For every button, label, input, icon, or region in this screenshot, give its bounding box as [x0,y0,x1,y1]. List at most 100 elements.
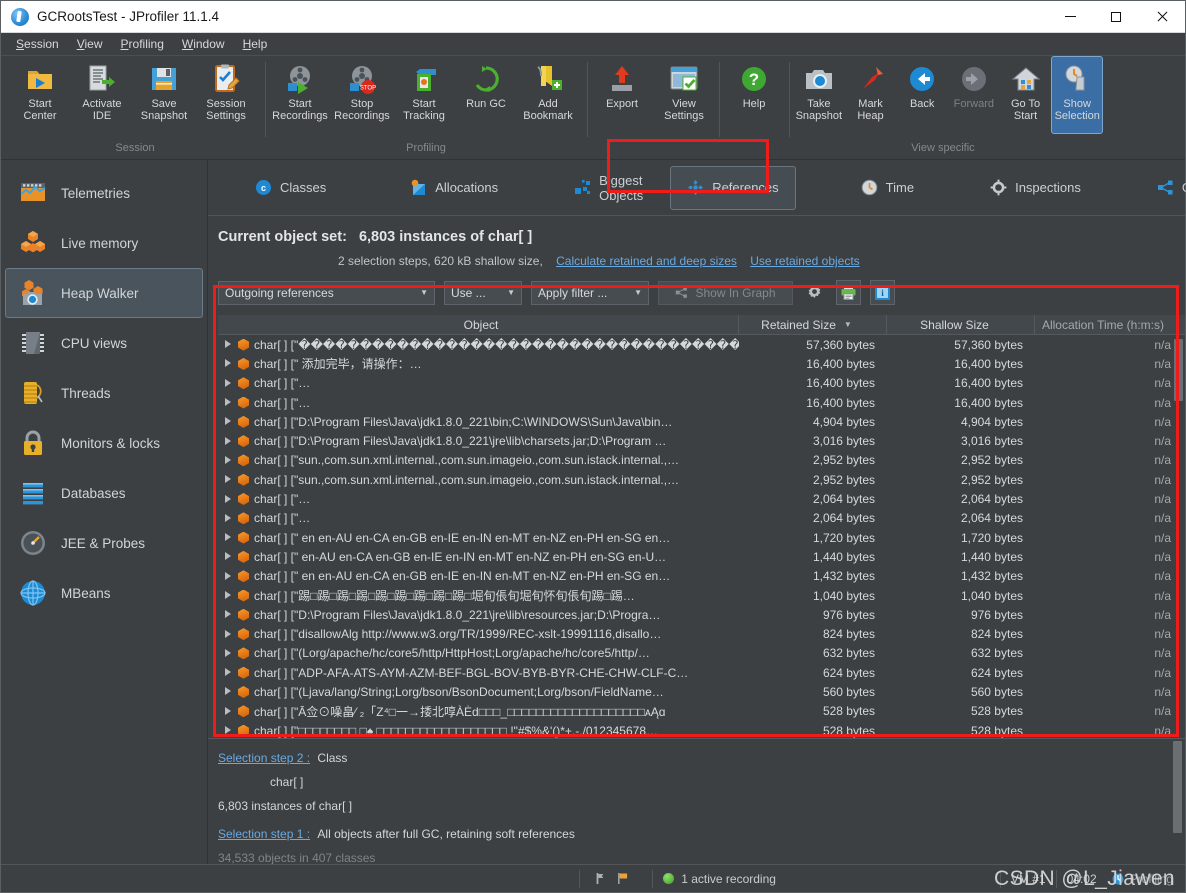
table-row[interactable]: char[ ] ["□□□□□□□□ □♠ □□□□□□□□□□□□□□□□□□… [218,721,1185,738]
view-settings-gear-button[interactable] [802,280,827,305]
save-snapshot-button[interactable]: Save Snapshot [133,56,195,134]
sidebar-item-mbeans[interactable]: MBeans [5,568,203,618]
expand-arrow-icon[interactable] [224,552,233,561]
status-flag-icon[interactable] [615,871,630,886]
close-button[interactable] [1139,1,1185,33]
expand-arrow-icon[interactable] [224,726,233,735]
table-row[interactable]: char[ ] [" en en-AU en-CA en-GB en-IE en… [218,567,1185,586]
maximize-button[interactable] [1093,1,1139,33]
detail-vertical-scrollbar[interactable] [1171,739,1185,864]
expand-arrow-icon[interactable] [224,359,233,368]
sidebar-item-telemetries[interactable]: Telemetries [5,168,203,218]
table-row[interactable]: char[ ] ["… 2,064 bytes 2,064 bytes n/a [218,489,1185,508]
table-row[interactable]: char[ ] ["D:\Program Files\Java\jdk1.8.0… [218,431,1185,450]
menu-help[interactable]: Help [234,35,277,53]
expand-arrow-icon[interactable] [224,648,233,658]
table-row[interactable]: char[ ] ["D:\Program Files\Java\jdk1.8.0… [218,412,1185,431]
status-marker-icon[interactable] [590,871,605,886]
table-row[interactable]: char[ ] ["(Lorg/apache/hc/core5/http/Htt… [218,644,1185,663]
add-bookmark-button[interactable]: Add Bookmark [517,56,579,134]
selection-step-1-link[interactable]: Selection step 1 : [218,827,310,841]
menu-view[interactable]: View [68,35,112,53]
selection-step-2-link[interactable]: Selection step 2 : [218,751,310,765]
tab-inspections[interactable]: Inspections [973,166,1098,210]
column-header-object[interactable]: Object [218,315,739,334]
tab-graph[interactable]: Graph [1140,166,1186,210]
expand-arrow-icon[interactable] [224,398,233,407]
table-row[interactable]: char[ ] ["踢□踢□踢□踢□踢□踢□踢□踢□踢□堀旬倀旬堀旬怀旬倀旬踢□… [218,586,1185,605]
start-recordings-button[interactable]: Start Recordings [269,56,331,134]
expand-arrow-icon[interactable] [224,340,233,349]
table-row[interactable]: char[ ] ["… 16,400 bytes 16,400 bytes n/a [218,374,1185,393]
table-row[interactable]: char[ ] [" 添加完毕，请操作：… 16,400 bytes 16,400 … [218,354,1185,373]
help-button[interactable]: ? Help [723,56,785,134]
column-header-retained-size[interactable]: Retained Size ▼ [739,315,887,334]
expand-arrow-icon[interactable] [224,475,233,484]
expand-arrow-icon[interactable] [224,436,233,446]
expand-arrow-icon[interactable] [224,591,233,600]
activate-ide-button[interactable]: Activate IDE [71,56,133,134]
expand-arrow-icon[interactable] [224,687,233,696]
sidebar-item-databases[interactable]: Databases [5,468,203,518]
table-row[interactable]: char[ ] ["sun.,com.sun.xml.internal.,com… [218,451,1185,470]
sidebar-item-monitors-locks[interactable]: Monitors & locks [5,418,203,468]
expand-arrow-icon[interactable] [224,571,233,581]
export-button[interactable]: Export [591,56,653,134]
print-button[interactable] [836,280,861,305]
take-snapshot-button[interactable]: Take Snapshot [793,56,845,134]
start-tracking-button[interactable]: Start Tracking [393,56,455,134]
use-dropdown-button[interactable]: Use ... ▼ [444,280,522,305]
mark-heap-button[interactable]: Mark Heap [845,56,897,134]
scrollbar-thumb[interactable] [1174,339,1183,401]
tab-time[interactable]: Time [844,166,931,210]
sidebar-item-cpu-views[interactable]: CPU views [5,318,203,368]
back-button[interactable]: Back [896,56,948,134]
table-row[interactable]: char[ ] ["D:\Program Files\Java\jdk1.8.0… [218,605,1185,624]
table-row[interactable]: char[ ] [" en en-AU en-CA en-GB en-IE en… [218,528,1185,547]
stop-recordings-button[interactable]: STOP Stop Recordings [331,56,393,134]
expand-arrow-icon[interactable] [224,610,233,619]
forward-button[interactable]: Forward [948,56,1000,134]
table-row[interactable]: char[ ] ["(Ljava/lang/String;Lorg/bson/B… [218,682,1185,701]
sidebar-item-threads[interactable]: Threads [5,368,203,418]
table-row[interactable]: char[ ] ["disallowAlg http://www.w3.org/… [218,624,1185,643]
use-retained-objects-link[interactable]: Use retained objects [750,254,859,268]
column-header-shallow-size[interactable]: Shallow Size [887,315,1035,334]
table-row[interactable]: char[ ] ["sun.,com.sun.xml.internal.,com… [218,470,1185,489]
run-gc-button[interactable]: Run GC [455,56,517,134]
tab-allocations[interactable]: Allocations [393,166,515,210]
table-row[interactable]: char[ ] ["������������������������������… [218,335,1185,354]
expand-arrow-icon[interactable] [224,455,233,465]
expand-arrow-icon[interactable] [224,706,233,716]
menu-profiling[interactable]: Profiling [112,35,173,53]
show-selection-button[interactable]: Show Selection [1051,56,1104,134]
menu-window[interactable]: Window [173,35,234,53]
sidebar-item-heap-walker[interactable]: Heap Walker [5,268,203,318]
expand-arrow-icon[interactable] [224,378,233,388]
table-vertical-scrollbar[interactable] [1172,335,1185,738]
calculate-retained-link[interactable]: Calculate retained and deep sizes [556,254,737,268]
table-row[interactable]: char[ ] ["Ā佥⊙噪畠⁄ ₂「Z⁴□一→捼北啍ÀĖd□□□_□□□□□□… [218,702,1185,721]
menu-session[interactable]: Session [7,35,68,53]
column-header-allocation-time[interactable]: Allocation Time (h:m:s) [1035,315,1185,334]
start-center-button[interactable]: Start Center [9,56,71,134]
sidebar-item-live-memory[interactable]: Live memory [5,218,203,268]
expand-arrow-icon[interactable] [224,629,233,639]
table-row[interactable]: char[ ] ["… 16,400 bytes 16,400 bytes n/a [218,393,1185,412]
table-row[interactable]: char[ ] ["… 2,064 bytes 2,064 bytes n/a [218,509,1185,528]
expand-arrow-icon[interactable] [224,494,233,504]
session-settings-button[interactable]: Session Settings [195,56,257,134]
tab-biggest-objects[interactable]: Biggest Objects [557,166,660,210]
detail-scrollbar-thumb[interactable] [1173,741,1182,833]
reference-mode-select[interactable]: Outgoing references ▼ [218,280,435,305]
sidebar-item-jee-probes[interactable]: JEE & Probes [5,518,203,568]
expand-arrow-icon[interactable] [224,533,233,542]
expand-arrow-icon[interactable] [224,668,233,677]
apply-filter-button[interactable]: Apply filter ... ▼ [531,280,649,305]
expand-arrow-icon[interactable] [224,417,233,426]
info-button[interactable]: i [870,280,895,305]
expand-arrow-icon[interactable] [224,513,233,523]
go-to-start-button[interactable]: Go To Start [1000,56,1052,134]
tab-references[interactable]: References [670,165,796,210]
show-in-graph-button[interactable]: Show In Graph [658,280,793,305]
